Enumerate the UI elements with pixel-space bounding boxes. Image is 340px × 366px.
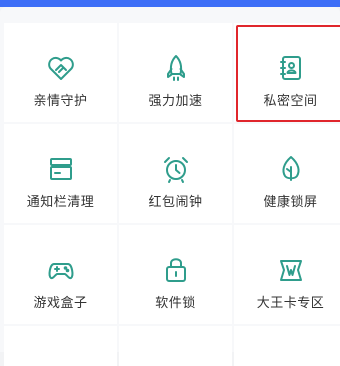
leaf-icon bbox=[276, 154, 306, 184]
tile-private-space[interactable]: 私密空间 bbox=[234, 23, 340, 122]
tile-red-envelope-alarm[interactable]: 红包闹钟 bbox=[119, 124, 232, 223]
tile-partial[interactable] bbox=[4, 326, 117, 366]
tile-label: 亲情守护 bbox=[33, 94, 88, 109]
tools-grid: 亲情守护 强力加速 私密空间 通知栏清理 红包闹钟 健康锁屏 游戏盒子 软件锁 … bbox=[4, 23, 340, 366]
tile-app-lock[interactable]: 软件锁 bbox=[119, 225, 232, 324]
tile-boost[interactable]: 强力加速 bbox=[119, 23, 232, 122]
tile-game-box[interactable]: 游戏盒子 bbox=[4, 225, 117, 324]
gamepad-icon bbox=[46, 255, 76, 285]
tile-notification-cleanup[interactable]: 通知栏清理 bbox=[4, 124, 117, 223]
wang-card-icon bbox=[276, 255, 306, 285]
tile-label: 大王卡专区 bbox=[256, 296, 325, 311]
tools-panel: 亲情守护 强力加速 私密空间 通知栏清理 红包闹钟 健康锁屏 游戏盒子 软件锁 … bbox=[0, 7, 340, 366]
rocket-icon bbox=[161, 53, 191, 83]
tile-label: 通知栏清理 bbox=[26, 195, 95, 210]
tile-label: 健康锁屏 bbox=[263, 195, 318, 210]
contacts-book-icon bbox=[276, 53, 306, 83]
tile-partial[interactable] bbox=[234, 326, 340, 366]
alarm-clock-icon bbox=[161, 154, 191, 184]
tile-label: 强力加速 bbox=[148, 94, 203, 109]
header-accent-bar bbox=[0, 0, 340, 7]
tile-label: 游戏盒子 bbox=[33, 296, 88, 311]
lock-bag-icon bbox=[161, 255, 191, 285]
tile-label: 软件锁 bbox=[155, 296, 196, 311]
tile-wang-card-zone[interactable]: 大王卡专区 bbox=[234, 225, 340, 324]
tile-label: 红包闹钟 bbox=[148, 195, 203, 210]
tile-health-lock-screen[interactable]: 健康锁屏 bbox=[234, 124, 340, 223]
tile-label: 私密空间 bbox=[263, 94, 318, 109]
tile-partial[interactable] bbox=[119, 326, 232, 366]
tile-family-guard[interactable]: 亲情守护 bbox=[4, 23, 117, 122]
notification-bar-icon bbox=[46, 154, 76, 184]
heart-handshake-icon bbox=[46, 53, 76, 83]
